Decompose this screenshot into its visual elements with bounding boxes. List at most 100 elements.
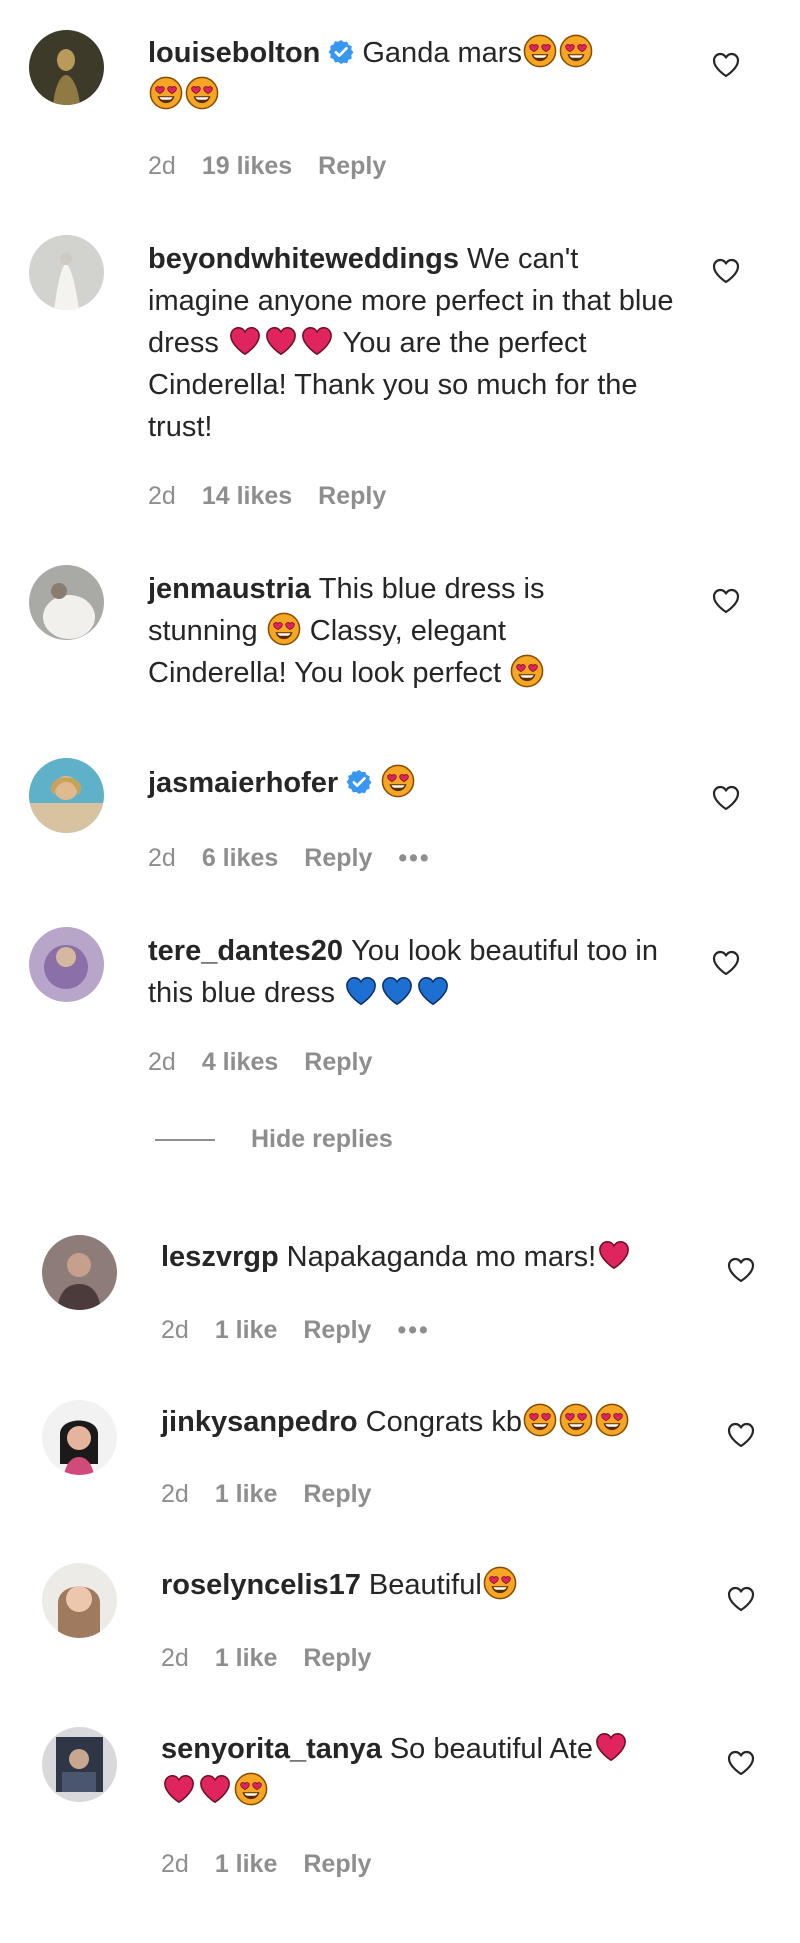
reply-button[interactable]: Reply [304, 844, 372, 872]
heart-eyes-emoji-icon [234, 1772, 268, 1806]
comment-time: 2d [161, 1644, 189, 1672]
reply-button[interactable]: Reply [318, 482, 386, 510]
more-options-icon[interactable]: ••• [398, 844, 430, 872]
blue-heart-emoji-icon [416, 974, 450, 1008]
avatar[interactable] [29, 565, 104, 640]
comment-time: 2d [161, 1316, 189, 1344]
username[interactable]: tere_dantes20 [148, 935, 343, 967]
comment-time: 2d [148, 844, 176, 872]
username[interactable]: jenmaustria [148, 573, 311, 605]
likes-count[interactable]: 6 likes [202, 844, 278, 872]
reply-button[interactable]: Reply [318, 152, 386, 180]
username[interactable]: jasmaierhofer [148, 767, 338, 799]
username[interactable]: jinkysanpedro [161, 1406, 358, 1438]
comment-time: 2d [161, 1850, 189, 1878]
comment-meta: 2d 6 likes Reply ••• [148, 840, 457, 876]
heart-outline-icon[interactable] [726, 1584, 756, 1614]
red-heart-emoji-icon [198, 1772, 232, 1806]
reply-button[interactable]: Reply [304, 1048, 372, 1076]
comment-time: 2d [161, 1480, 189, 1508]
likes-count[interactable]: 1 like [215, 1644, 278, 1672]
comment-meta: 2d 1 like Reply [161, 1476, 397, 1512]
username[interactable]: senyorita_tanya [161, 1733, 382, 1765]
hide-replies-button[interactable]: Hide replies [155, 1121, 393, 1157]
avatar[interactable] [29, 927, 104, 1002]
heart-eyes-emoji-icon [559, 1403, 593, 1437]
username[interactable]: leszvrgp [161, 1241, 279, 1273]
heart-eyes-emoji-icon [510, 654, 544, 688]
avatar[interactable] [42, 1235, 117, 1310]
comment-text: jasmaierhofer [148, 762, 668, 804]
heart-eyes-emoji-icon [523, 34, 557, 68]
heart-outline-icon[interactable] [711, 586, 741, 616]
comment-time: 2d [148, 1048, 176, 1076]
reply-button[interactable]: Reply [303, 1644, 371, 1672]
comment-body: Congrats kb [365, 1406, 522, 1438]
avatar[interactable] [42, 1563, 117, 1638]
avatar[interactable] [29, 235, 104, 310]
comment-body: So beautiful Ate [389, 1733, 593, 1765]
username[interactable]: roselyncelis17 [161, 1569, 361, 1601]
verified-badge-icon [328, 39, 354, 65]
likes-count[interactable]: 1 like [215, 1850, 278, 1878]
comment-meta: 2d 1 like Reply [161, 1640, 397, 1676]
red-heart-emoji-icon [594, 1730, 628, 1764]
heart-outline-icon[interactable] [711, 783, 741, 813]
blue-heart-emoji-icon [380, 974, 414, 1008]
comment-time: 2d [148, 482, 176, 510]
username[interactable]: louisebolton [148, 37, 320, 69]
heart-outline-icon[interactable] [711, 256, 741, 286]
heart-outline-icon[interactable] [726, 1748, 756, 1778]
comment-text: roselyncelis17 Beautiful [161, 1564, 681, 1606]
likes-count[interactable]: 1 like [215, 1480, 278, 1508]
heart-outline-icon[interactable] [711, 948, 741, 978]
red-heart-emoji-icon [300, 324, 334, 358]
comment-meta: 2d 1 like Reply ••• [161, 1312, 456, 1348]
red-heart-emoji-icon [228, 324, 262, 358]
heart-eyes-emoji-icon [185, 76, 219, 110]
likes-count[interactable]: 19 likes [202, 152, 292, 180]
likes-count[interactable]: 4 likes [202, 1048, 278, 1076]
comment-text: louisebolton Ganda mars [148, 32, 668, 116]
comment-meta: 2d 1 like Reply [161, 1846, 397, 1882]
hide-replies-divider [155, 1139, 215, 1142]
reply-button[interactable]: Reply [303, 1850, 371, 1878]
comment-text: jinkysanpedro Congrats kb [161, 1401, 701, 1443]
comment-text: senyorita_tanya So beautiful Ate [161, 1728, 681, 1812]
likes-count[interactable]: 14 likes [202, 482, 292, 510]
more-options-icon[interactable]: ••• [397, 1316, 429, 1344]
heart-eyes-emoji-icon [595, 1403, 629, 1437]
comment-text: leszvrgp Napakaganda mo mars! [161, 1236, 681, 1278]
username[interactable]: beyondwhiteweddings [148, 243, 459, 275]
red-heart-emoji-icon [162, 1772, 196, 1806]
comment-time: 2d [148, 152, 176, 180]
reply-button[interactable]: Reply [303, 1316, 371, 1344]
comment-text: jenmaustria This blue dress is stunning C… [148, 568, 608, 694]
heart-eyes-emoji-icon [149, 76, 183, 110]
avatar[interactable] [29, 758, 104, 833]
avatar[interactable] [42, 1727, 117, 1802]
heart-eyes-emoji-icon [483, 1566, 517, 1600]
comment-text: tere_dantes20 You look beautiful too in t… [148, 930, 668, 1014]
blue-heart-emoji-icon [344, 974, 378, 1008]
red-heart-emoji-icon [264, 324, 298, 358]
red-heart-emoji-icon [597, 1238, 631, 1272]
verified-badge-icon [346, 769, 372, 795]
avatar[interactable] [42, 1400, 117, 1475]
heart-outline-icon[interactable] [726, 1420, 756, 1450]
comment-text: beyondwhiteweddings We can't imagine anyo… [148, 238, 678, 448]
heart-eyes-emoji-icon [523, 1403, 557, 1437]
comment-body: Beautiful [368, 1569, 482, 1601]
heart-outline-icon[interactable] [726, 1255, 756, 1285]
heart-eyes-emoji-icon [267, 612, 301, 646]
heart-eyes-emoji-icon [381, 764, 415, 798]
comment-body: Napakaganda mo mars! [286, 1241, 597, 1273]
likes-count[interactable]: 1 like [215, 1316, 278, 1344]
avatar[interactable] [29, 30, 104, 105]
comment-body-continued: You are the perfect Cinderella! Thank yo… [148, 327, 638, 443]
reply-button[interactable]: Reply [303, 1480, 371, 1508]
comment-meta: 2d 14 likes Reply [148, 478, 412, 514]
heart-eyes-emoji-icon [559, 34, 593, 68]
heart-outline-icon[interactable] [711, 50, 741, 80]
comment-body: Ganda mars [362, 37, 522, 69]
